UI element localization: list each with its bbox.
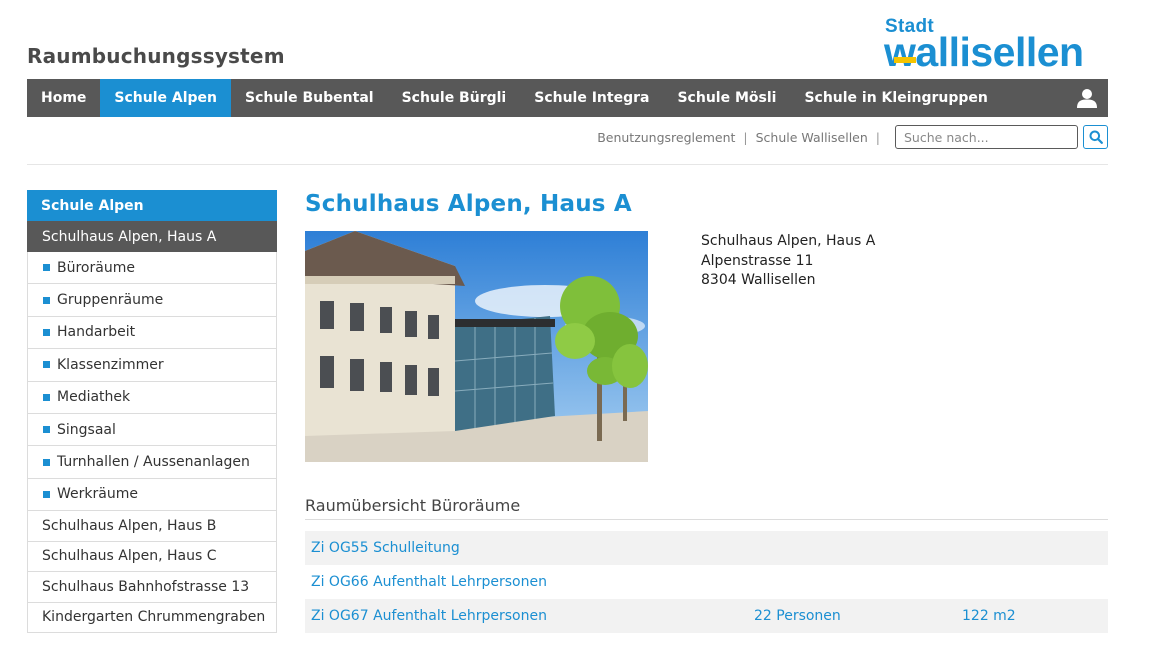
- site-title: Raumbuchungssystem: [27, 44, 285, 68]
- link-benutzungsreglement[interactable]: Benutzungsreglement: [597, 130, 735, 145]
- room-row[interactable]: Zi OG55 Schulleitung: [305, 531, 1108, 565]
- sidebar-item-label: Turnhallen / Aussenanlagen: [57, 454, 250, 471]
- bullet-icon: [43, 328, 50, 336]
- utility-links: Benutzungsreglement | Schule Wallisellen…: [597, 130, 884, 145]
- section-title: Raumübersicht Büroräume: [305, 496, 521, 515]
- sidebar-item-label: Singsaal: [57, 421, 116, 438]
- header-divider: [27, 164, 1108, 165]
- room-name[interactable]: Zi OG66 Aufenthalt Lehrpersonen: [311, 574, 547, 590]
- sidebar-item-turnhallen[interactable]: Turnhallen / Aussenanlagen: [28, 446, 276, 479]
- utility-bar: Benutzungsreglement | Schule Wallisellen…: [0, 125, 1150, 151]
- sidebar-current-item[interactable]: Schulhaus Alpen, Haus A: [27, 221, 277, 252]
- nav-item-home[interactable]: Home: [27, 79, 100, 117]
- section-divider: [305, 519, 1108, 520]
- search-icon: [1089, 130, 1103, 144]
- separator: |: [875, 130, 880, 145]
- school-building-photo: [305, 231, 648, 462]
- nav-item-schule-bubental[interactable]: Schule Bubental: [231, 79, 388, 117]
- bullet-icon: [43, 264, 50, 272]
- room-row[interactable]: Zi OG67 Aufenthalt Lehrpersonen 22 Perso…: [305, 599, 1108, 633]
- sidebar-item-label: Klassenzimmer: [57, 356, 164, 373]
- sidebar-item-haus-c[interactable]: Schulhaus Alpen, Haus C: [28, 542, 276, 573]
- sidebar-item-chrummengraben[interactable]: Kindergarten Chrummengraben: [28, 603, 276, 634]
- room-capacity: 22 Personen: [754, 608, 841, 624]
- sidebar-item-gruppenraeume[interactable]: Gruppenräume: [28, 284, 276, 317]
- sidebar-item-label: Handarbeit: [57, 324, 136, 341]
- nav-item-schule-moesli[interactable]: Schule Mösli: [663, 79, 790, 117]
- sidebar-item-mediathek[interactable]: Mediathek: [28, 382, 276, 414]
- bullet-icon: [43, 361, 50, 369]
- sidebar-item-label: Büroräume: [57, 259, 135, 276]
- nav-item-schule-kleingruppen[interactable]: Schule in Kleingruppen: [790, 79, 1001, 117]
- bullet-icon: [43, 393, 50, 401]
- sidebar-item-label: Gruppenräume: [57, 292, 164, 309]
- room-area: 122 m2: [962, 608, 1016, 624]
- page-title: Schulhaus Alpen, Haus A: [305, 191, 632, 217]
- sidebar-item-werkraeume[interactable]: Werkräume: [28, 479, 276, 512]
- nav-item-schule-alpen[interactable]: Schule Alpen: [100, 79, 232, 117]
- sidebar-heading[interactable]: Schule Alpen: [27, 190, 277, 221]
- room-list: Zi OG55 Schulleitung Zi OG66 Aufenthalt …: [305, 531, 1108, 633]
- search-button[interactable]: [1083, 125, 1108, 149]
- sidebar-item-klassenzimmer[interactable]: Klassenzimmer: [28, 349, 276, 382]
- address-block: Schulhaus Alpen, Haus A Alpenstrasse 11 …: [701, 232, 875, 291]
- room-name[interactable]: Zi OG55 Schulleitung: [311, 540, 460, 556]
- sidebar-item-bahnhofstrasse[interactable]: Schulhaus Bahnhofstrasse 13: [28, 572, 276, 603]
- address-line-1: Schulhaus Alpen, Haus A: [701, 233, 876, 249]
- logo-large-text: wallisellen: [884, 29, 1084, 75]
- wallisellen-logo[interactable]: Stadt wallisellen: [884, 16, 1108, 75]
- bullet-icon: [43, 426, 50, 434]
- bullet-icon: [43, 296, 50, 304]
- sidebar-item-bueroraeume[interactable]: Büroräume: [28, 252, 276, 285]
- sidebar-item-handarbeit[interactable]: Handarbeit: [28, 317, 276, 350]
- search-input[interactable]: [895, 125, 1078, 149]
- link-schule-wallisellen[interactable]: Schule Wallisellen: [756, 130, 868, 145]
- nav-item-schule-buergli[interactable]: Schule Bürgli: [388, 79, 521, 117]
- sidebar-item-haus-b[interactable]: Schulhaus Alpen, Haus B: [28, 511, 276, 542]
- address-line-2: Alpenstrasse 11: [701, 252, 814, 269]
- sidebar-item-label: Werkräume: [57, 486, 138, 503]
- separator: |: [743, 130, 748, 145]
- bullet-icon: [43, 458, 50, 466]
- sidebar: Schule Alpen Schulhaus Alpen, Haus A Bür…: [27, 190, 277, 634]
- user-icon[interactable]: [1076, 87, 1098, 109]
- sidebar-item-singsaal[interactable]: Singsaal: [28, 414, 276, 447]
- bullet-icon: [43, 490, 50, 498]
- room-row[interactable]: Zi OG66 Aufenthalt Lehrpersonen: [305, 565, 1108, 599]
- room-name[interactable]: Zi OG67 Aufenthalt Lehrpersonen: [311, 608, 547, 624]
- nav-item-schule-integra[interactable]: Schule Integra: [520, 79, 663, 117]
- address-line-3: 8304 Wallisellen: [701, 272, 816, 288]
- main-content: Schulhaus Alpen, Haus A Schulhaus Alpen,…: [305, 190, 1108, 633]
- sidebar-list: Büroräume Gruppenräume Handarbeit Klasse…: [27, 252, 277, 634]
- main-navigation: Home Schule Alpen Schule Bubental Schule…: [27, 79, 1108, 117]
- sidebar-item-label: Mediathek: [57, 389, 131, 406]
- logo-stripe: [894, 57, 916, 63]
